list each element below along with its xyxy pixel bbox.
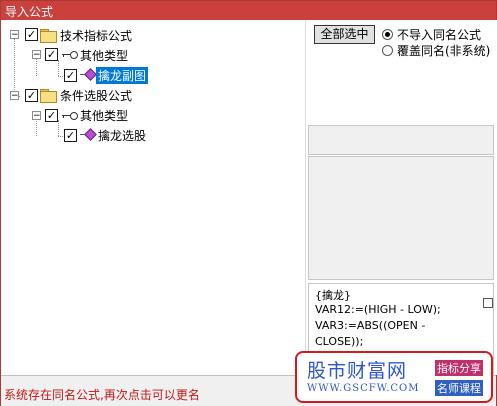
status-message: 系统存在同名公式,再次点击可以更名 [4, 388, 200, 402]
watermark-tag-share: 指标分享 [435, 360, 483, 376]
collapse-toggle[interactable]: − [10, 91, 19, 101]
node-checkbox[interactable]: ✓ [25, 89, 38, 102]
watermark-url: WWW.GSCFW.COM [307, 383, 420, 394]
code-option-checkbox[interactable] [483, 298, 493, 308]
window-title: 导入公式 [5, 5, 54, 19]
options-panel: 全部选中 不导入同名公式 覆盖同名(非系统) {擒龙} VAR12:=(HIGH… [305, 20, 497, 375]
tree-node-stock-screening[interactable]: − ✓ 条件选股公式 [1, 86, 201, 104]
watermark-tag-course: 名师课程 [435, 380, 483, 396]
tree-node-label: 擒龙副图 [96, 67, 149, 84]
node-checkbox[interactable]: ✓ [64, 69, 77, 82]
tree-node-other-types-2[interactable]: − ✓ 其他类型 [1, 106, 201, 124]
watermark-brand: 股市财富网 [307, 360, 408, 382]
tree-node-label: 其他类型 [80, 109, 129, 123]
radio-skip-same-name[interactable] [382, 29, 393, 40]
node-checkbox[interactable]: ✓ [45, 48, 58, 61]
code-line: {擒龙} [315, 289, 351, 302]
tree-node-other-types[interactable]: − ✓ 其他类型 [1, 46, 201, 64]
radio-skip-label[interactable]: 不导入同名公式 [397, 26, 481, 43]
formula-diamond-icon [80, 68, 97, 81]
folder-icon [40, 29, 57, 43]
tree-node-label: 擒龙选股 [98, 129, 147, 143]
formula-diamond-icon [80, 128, 97, 141]
tree-node-label: 技术指标公式 [60, 29, 133, 43]
code-line: VAR12:=(HIGH - LOW); [315, 303, 441, 316]
tree-node-qinlong-screening[interactable]: ✓ 擒龙选股 [1, 126, 201, 144]
key-icon [61, 111, 78, 121]
title-bar[interactable]: 导入公式 [1, 1, 496, 20]
tree-node-qinlong-subchart[interactable]: ✓ 擒龙副图 [1, 66, 201, 84]
info-panel [308, 125, 494, 155]
node-checkbox[interactable]: ✓ [25, 28, 38, 41]
tree-node-label: 条件选股公式 [60, 89, 133, 103]
radio-overwrite-label[interactable]: 覆盖同名(非系统) [397, 42, 490, 59]
select-all-button[interactable]: 全部选中 [314, 25, 375, 44]
code-line: CLOSE)); [315, 335, 364, 348]
node-checkbox[interactable]: ✓ [45, 109, 58, 122]
code-line: VAR3:=ABS((OPEN - [315, 319, 426, 332]
tree-node-label: 其他类型 [80, 49, 129, 63]
node-checkbox[interactable]: ✓ [64, 129, 77, 142]
key-icon [61, 50, 78, 60]
formula-tree[interactable]: − ✓ 技术指标公式 − ✓ 其他类型 ✓ 擒龙副图 − ✓ 条件选股公式 − [1, 20, 305, 375]
tree-node-technical-indicators[interactable]: − ✓ 技术指标公式 [1, 26, 201, 44]
description-panel [308, 156, 494, 280]
collapse-toggle[interactable]: − [10, 30, 19, 40]
site-watermark: 股市财富网 WWW.GSCFW.COM 指标分享 名师课程 [295, 351, 493, 403]
collapse-toggle[interactable]: − [32, 50, 41, 60]
import-formula-dialog: 导入公式 − ✓ 技术指标公式 − ✓ 其他类型 ✓ 擒龙副图 − ✓ 条件选股… [0, 0, 497, 406]
radio-overwrite-same-name[interactable] [382, 45, 393, 56]
collapse-toggle[interactable]: − [32, 111, 41, 121]
folder-icon [40, 89, 57, 103]
